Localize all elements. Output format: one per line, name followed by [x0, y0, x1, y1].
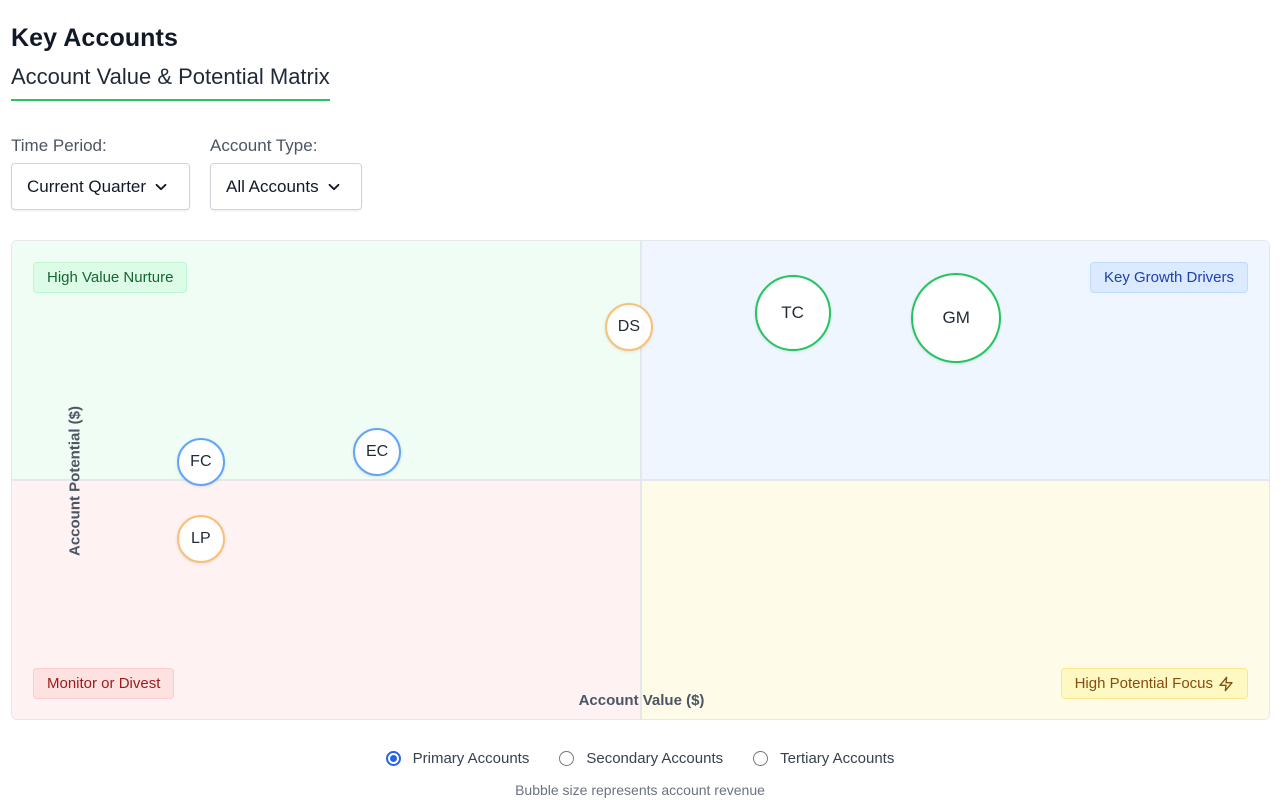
- badge-high-potential-focus-label: High Potential Focus: [1074, 675, 1213, 692]
- page-title: Key Accounts: [11, 24, 178, 52]
- legend-label-tertiary: Tertiary Accounts: [780, 750, 895, 767]
- legend-option-primary[interactable]: Primary Accounts: [385, 750, 530, 767]
- account-bubble-label: LP: [191, 529, 211, 547]
- bubble-size-note: Bubble size represents account revenue: [515, 782, 765, 798]
- x-axis-label: Account Value ($): [578, 692, 705, 709]
- account-bubble-tc[interactable]: TC: [754, 275, 831, 351]
- account-bubble-ds[interactable]: DS: [604, 303, 653, 352]
- badge-high-value-nurture: High Value Nurture: [33, 262, 188, 293]
- legend-option-secondary[interactable]: Secondary Accounts: [559, 750, 723, 767]
- account-bubble-label: TC: [781, 303, 804, 322]
- badge-key-growth-drivers: Key Growth Drivers: [1089, 262, 1248, 293]
- account-type-value: All Accounts: [226, 176, 319, 196]
- time-period-label: Time Period:: [11, 136, 107, 155]
- chevron-down-icon: [155, 183, 167, 190]
- account-tier-legend: Primary Accounts Secondary Accounts Tert…: [0, 750, 1280, 767]
- legend-label-primary: Primary Accounts: [412, 750, 530, 767]
- legend-label-secondary: Secondary Accounts: [586, 750, 724, 767]
- account-bubble-label: DS: [617, 318, 641, 336]
- account-bubble-gm[interactable]: GM: [911, 272, 1002, 363]
- account-bubble-lp[interactable]: LP: [176, 514, 225, 563]
- account-bubble-label: EC: [365, 443, 389, 461]
- account-bubble-label: GM: [942, 307, 970, 327]
- radio-primary[interactable]: [385, 751, 401, 766]
- key-accounts-page: Key Accounts Account Value & Potential M…: [0, 0, 1280, 805]
- account-bubble-label: FC: [190, 452, 212, 470]
- account-bubble-ec[interactable]: EC: [353, 428, 402, 477]
- account-bubble-fc[interactable]: FC: [176, 437, 225, 486]
- account-matrix: High Value Nurture Key Growth Drivers Mo…: [11, 240, 1270, 720]
- time-period-value: Current Quarter: [27, 176, 147, 196]
- chevron-down-icon: [328, 183, 340, 190]
- radio-secondary[interactable]: [559, 751, 575, 766]
- time-period-select[interactable]: Current Quarter: [11, 163, 190, 210]
- page-subtitle: Account Value & Potential Matrix: [11, 64, 330, 101]
- account-type-select[interactable]: All Accounts: [210, 163, 362, 210]
- account-type-label: Account Type:: [210, 136, 318, 155]
- legend-option-tertiary[interactable]: Tertiary Accounts: [753, 750, 894, 767]
- y-axis-label: Account Potential ($): [66, 405, 84, 557]
- radio-tertiary[interactable]: [753, 751, 769, 766]
- lightning-bolt-icon: [1219, 676, 1233, 691]
